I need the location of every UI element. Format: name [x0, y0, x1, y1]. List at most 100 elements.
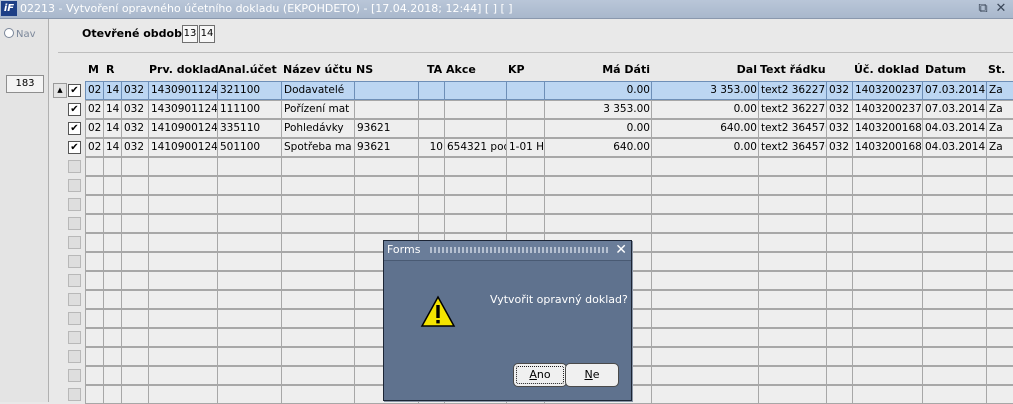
cell-dal[interactable] [651, 214, 760, 233]
cell-code[interactable]: 032 [121, 81, 151, 100]
cell-prv-doklad[interactable] [148, 290, 220, 309]
cell-nazev-uctu[interactable] [281, 366, 357, 385]
cell-prv-doklad[interactable] [148, 328, 220, 347]
cell-kp[interactable] [506, 176, 546, 195]
cell-text-radku[interactable] [758, 233, 828, 252]
row-checkbox[interactable] [68, 350, 81, 363]
cell-ma-dati[interactable] [544, 176, 653, 195]
cell-text-radku[interactable]: text2 364576 [758, 119, 828, 138]
cell-nazev-uctu[interactable] [281, 195, 357, 214]
cell-text-radku[interactable] [758, 385, 828, 404]
row-checkbox[interactable] [68, 388, 81, 401]
cell-nazev-uctu[interactable]: Spotřeba ma [281, 138, 357, 157]
cell-datum[interactable] [922, 214, 988, 233]
table-row[interactable] [0, 176, 1013, 195]
cell-nazev-uctu[interactable] [281, 157, 357, 176]
cell-m[interactable]: 02 [85, 81, 105, 100]
cell-text-radku[interactable] [758, 328, 828, 347]
cell-anal-ucet[interactable] [217, 309, 283, 328]
cell-code2[interactable] [826, 214, 854, 233]
cell-nazev-uctu[interactable]: Pohledávky [281, 119, 357, 138]
cell-uc-doklad[interactable] [852, 366, 924, 385]
cell-datum[interactable] [922, 271, 988, 290]
cell-uc-doklad[interactable] [852, 252, 924, 271]
cell-anal-ucet[interactable] [217, 347, 283, 366]
cell-text-radku[interactable] [758, 309, 828, 328]
cell-uc-doklad[interactable]: 1403200168 [852, 138, 924, 157]
cell-prv-doklad[interactable] [148, 214, 220, 233]
no-button[interactable]: Ne [565, 363, 619, 387]
cell-uc-doklad[interactable] [852, 233, 924, 252]
cell-dal[interactable]: 640.00 [651, 119, 760, 138]
cell-nazev-uctu[interactable] [281, 290, 357, 309]
cell-datum[interactable] [922, 328, 988, 347]
cell-nazev-uctu[interactable]: Dodavatelé [281, 81, 357, 100]
cell-ma-dati[interactable]: 3 353.00 [544, 100, 653, 119]
row-checkbox[interactable] [68, 198, 81, 211]
cell-text-radku[interactable] [758, 252, 828, 271]
cell-anal-ucet[interactable] [217, 252, 283, 271]
cell-ns[interactable] [354, 195, 420, 214]
cell-dal[interactable]: 3 353.00 [651, 81, 760, 100]
cell-prv-doklad[interactable]: 1430901124 [148, 100, 220, 119]
cell-code[interactable] [121, 176, 151, 195]
cell-code2[interactable]: 032 [826, 119, 854, 138]
cell-code[interactable] [121, 366, 151, 385]
cell-code[interactable] [121, 309, 151, 328]
cell-nazev-uctu[interactable] [281, 271, 357, 290]
cell-anal-ucet[interactable]: 335110 [217, 119, 283, 138]
cell-kp[interactable] [506, 157, 546, 176]
cell-m[interactable] [85, 157, 105, 176]
dialog-close-icon[interactable]: ✕ [615, 241, 627, 260]
row-checkbox[interactable]: ✔ [68, 103, 81, 116]
cell-prv-doklad[interactable] [148, 385, 220, 404]
cell-m[interactable] [85, 385, 105, 404]
cell-code2[interactable]: 032 [826, 100, 854, 119]
cell-code[interactable] [121, 328, 151, 347]
cell-st[interactable] [986, 271, 1013, 290]
cell-st[interactable]: Za [986, 138, 1013, 157]
cell-anal-ucet[interactable]: 501100 [217, 138, 283, 157]
cell-dal[interactable] [651, 271, 760, 290]
cell-st[interactable] [986, 157, 1013, 176]
cell-m[interactable] [85, 328, 105, 347]
row-checkbox[interactable] [68, 331, 81, 344]
cell-prv-doklad[interactable] [148, 309, 220, 328]
cell-anal-ucet[interactable] [217, 157, 283, 176]
cell-kp[interactable] [506, 119, 546, 138]
table-row[interactable]: ✔ 02 14 032 1410900124 335110 Pohledávky 93621 0… [0, 119, 1013, 138]
row-checkbox[interactable] [68, 255, 81, 268]
table-row[interactable]: ✔ 02 14 032 1430901124 321100 Dodavatelé 0.00 3 … [0, 81, 1013, 100]
cell-kp[interactable] [506, 100, 546, 119]
table-row[interactable] [0, 214, 1013, 233]
cell-text-radku[interactable]: text2 362271 [758, 81, 828, 100]
cell-nazev-uctu[interactable] [281, 328, 357, 347]
cell-akce[interactable] [444, 100, 509, 119]
cell-akce[interactable] [444, 176, 509, 195]
cell-datum[interactable] [922, 176, 988, 195]
cell-m[interactable]: 02 [85, 100, 105, 119]
cell-m[interactable] [85, 176, 105, 195]
cell-uc-doklad[interactable] [852, 347, 924, 366]
cell-code2[interactable] [826, 271, 854, 290]
cell-ma-dati[interactable]: 0.00 [544, 119, 653, 138]
table-row[interactable] [0, 157, 1013, 176]
cell-akce[interactable] [444, 119, 509, 138]
cell-st[interactable] [986, 252, 1013, 271]
cell-datum[interactable] [922, 233, 988, 252]
cell-uc-doklad[interactable]: 1403200237 [852, 81, 924, 100]
cell-uc-doklad[interactable] [852, 328, 924, 347]
cell-ns[interactable] [354, 100, 420, 119]
cell-m[interactable] [85, 347, 105, 366]
cell-prv-doklad[interactable]: 1430901124 [148, 81, 220, 100]
cell-anal-ucet[interactable] [217, 385, 283, 404]
cell-ns[interactable]: 93621 [354, 119, 420, 138]
yes-button[interactable]: Ano [513, 363, 567, 387]
cell-uc-doklad[interactable] [852, 271, 924, 290]
cell-code[interactable] [121, 271, 151, 290]
cell-anal-ucet[interactable]: 111100 [217, 100, 283, 119]
period-13-field[interactable]: 13 [182, 25, 198, 43]
cell-m[interactable] [85, 271, 105, 290]
cell-ns[interactable] [354, 176, 420, 195]
cell-text-radku[interactable] [758, 214, 828, 233]
